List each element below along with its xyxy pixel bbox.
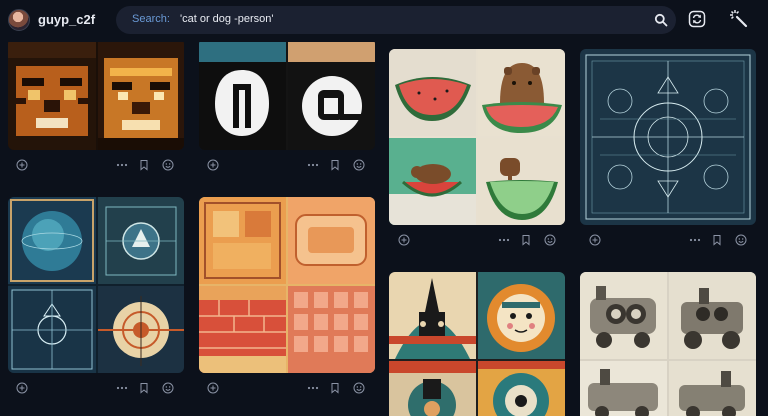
tile-grid-3[interactable] <box>199 286 286 373</box>
logo-tile-2[interactable] <box>288 38 375 150</box>
capybara-tile-3[interactable] <box>478 138 565 225</box>
more-icon[interactable] <box>498 234 510 246</box>
emblem-tile[interactable] <box>98 197 184 284</box>
train-image <box>681 288 743 349</box>
image-card-blue-circuit[interactable] <box>8 197 184 373</box>
search-bar[interactable]: Search: 'cat or dog -person' <box>116 6 676 34</box>
emblem-image <box>105 206 177 276</box>
card-actions <box>16 382 176 396</box>
smiley-icon[interactable] <box>353 159 365 171</box>
tile-grid-1[interactable] <box>199 197 286 284</box>
tile-image <box>295 214 367 266</box>
more-icon[interactable] <box>307 382 319 394</box>
tile-grid-4[interactable] <box>288 286 375 373</box>
train-tile-4[interactable] <box>669 361 756 416</box>
add-circle-icon[interactable] <box>207 159 219 171</box>
logo-image <box>302 76 362 136</box>
image-card-orange-tiles[interactable] <box>199 197 375 373</box>
schematic-image <box>11 289 93 370</box>
add-circle-icon[interactable] <box>589 234 601 246</box>
add-circle-icon[interactable] <box>16 159 28 171</box>
capybara-image <box>482 63 562 133</box>
poster-image <box>487 284 555 352</box>
poster-tile-3[interactable] <box>389 361 476 416</box>
username[interactable]: guyp_c2f <box>38 12 95 27</box>
bookmark-icon[interactable] <box>329 382 341 394</box>
tile-image <box>204 202 281 279</box>
search-input[interactable]: 'cat or dog -person' <box>180 13 273 25</box>
capybara-tile-1[interactable] <box>478 49 565 136</box>
smiley-icon[interactable] <box>735 234 747 246</box>
more-icon[interactable] <box>116 159 128 171</box>
train-image <box>588 369 658 416</box>
card-actions <box>207 382 367 396</box>
smiley-icon[interactable] <box>162 382 174 394</box>
capybara-image <box>486 158 558 220</box>
top-bar: guyp_c2f Search: 'cat or dog -person' <box>0 0 768 42</box>
image-card-capybara-watermelon[interactable] <box>389 49 565 225</box>
add-circle-icon[interactable] <box>16 382 28 394</box>
bookmark-icon[interactable] <box>711 234 723 246</box>
avatar[interactable] <box>8 9 30 31</box>
card-actions <box>589 234 749 248</box>
poster-tile-1[interactable] <box>389 272 476 359</box>
tile-image <box>294 292 368 352</box>
refresh-icon[interactable] <box>688 10 706 28</box>
search-label: Search: <box>132 13 170 25</box>
image-card-tigers[interactable] <box>8 38 184 150</box>
logo-tile-1[interactable] <box>199 38 286 150</box>
image-card-retro-posters[interactable] <box>389 272 565 416</box>
search-icon[interactable] <box>654 13 668 27</box>
magic-wand-icon[interactable] <box>729 9 749 29</box>
tiger-image <box>98 58 184 150</box>
bookmark-icon[interactable] <box>329 159 341 171</box>
tiger-tile-1[interactable] <box>8 38 96 150</box>
image-card-blueprint[interactable] <box>580 49 756 225</box>
watermelon-tile-1[interactable] <box>389 49 476 136</box>
poster-image <box>389 278 476 359</box>
watermelon-image <box>395 77 471 121</box>
capybara-image <box>401 164 463 197</box>
add-circle-icon[interactable] <box>207 382 219 394</box>
image-card-train-sketches[interactable] <box>580 272 756 416</box>
poster-image <box>478 361 565 416</box>
target-image <box>98 296 184 366</box>
card-actions <box>16 159 176 173</box>
card-actions <box>398 234 558 248</box>
bookmark-icon[interactable] <box>520 234 532 246</box>
bookmark-icon[interactable] <box>138 382 150 394</box>
more-icon[interactable] <box>307 159 319 171</box>
card-actions <box>207 159 367 173</box>
more-icon[interactable] <box>116 382 128 394</box>
train-tile-1[interactable] <box>580 272 667 359</box>
target-tile[interactable] <box>98 286 184 373</box>
train-tile-2[interactable] <box>669 272 756 359</box>
logo-image <box>215 70 269 136</box>
tile-grid-2[interactable] <box>288 197 375 284</box>
tile-image <box>199 286 286 373</box>
smiley-icon[interactable] <box>162 159 174 171</box>
capybara-tile-2[interactable] <box>389 138 476 225</box>
schematic-tile[interactable] <box>8 286 96 373</box>
train-tile-3[interactable] <box>580 361 667 416</box>
tiger-image <box>8 38 96 136</box>
globe-tile[interactable] <box>8 197 96 284</box>
smiley-icon[interactable] <box>353 382 365 394</box>
tiger-tile-2[interactable] <box>98 38 184 150</box>
train-image <box>679 371 745 416</box>
image-card-logo-shapes[interactable] <box>199 38 375 150</box>
more-icon[interactable] <box>689 234 701 246</box>
blueprint-image <box>585 54 751 220</box>
train-image <box>590 286 656 348</box>
globe-image <box>10 199 94 282</box>
poster-tile-4[interactable] <box>478 361 565 416</box>
bookmark-icon[interactable] <box>138 159 150 171</box>
poster-tile-2[interactable] <box>478 272 565 359</box>
add-circle-icon[interactable] <box>398 234 410 246</box>
smiley-icon[interactable] <box>544 234 556 246</box>
poster-image <box>389 361 476 416</box>
